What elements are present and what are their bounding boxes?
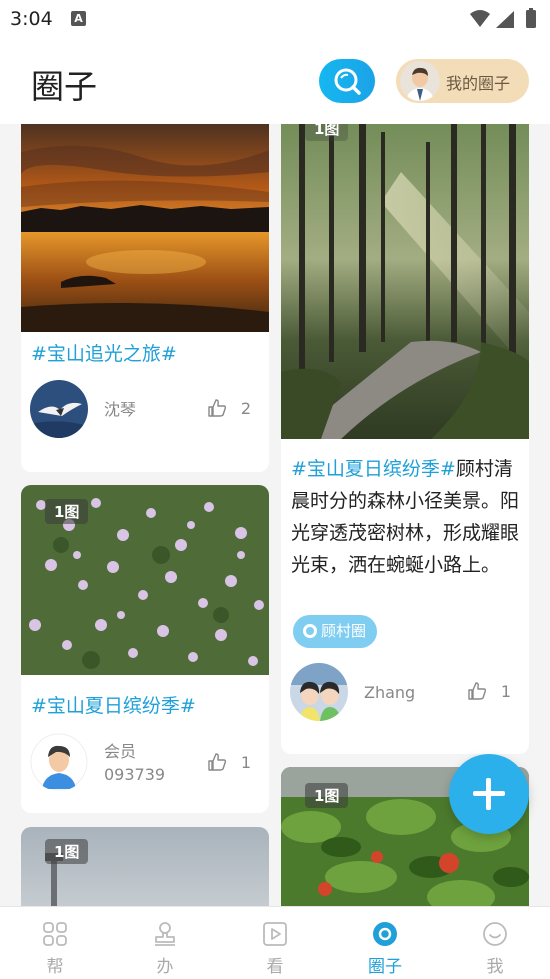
like-button[interactable]: 2 [207,398,251,418]
tab-help[interactable]: 帮 [15,907,95,979]
tab-label: 圈子 [368,957,402,977]
thumbs-up-icon [208,753,226,771]
my-circle-button[interactable]: 我的圈子 [396,59,529,103]
post-topic-tag[interactable]: #宝山追光之旅# [31,339,177,366]
play-icon [263,922,287,946]
smile-icon [483,922,507,946]
page-title: 圈子 [31,67,97,106]
author-name[interactable]: Zhang [364,681,415,704]
bottom-tab-bar: 帮 办 看 圈子 我 [0,906,550,979]
grid-icon [43,922,67,946]
post-card[interactable]: 1图 #宝山夏日缤纷季# 会员 093739 1 [21,485,269,813]
post-card[interactable]: 1图 #宝山夏日缤纷季#顾村清晨时分的森林小径美景。阳光穿透茂密树林，形成耀眼光… [281,124,529,754]
app-header: 圈子 我的圈子 [0,38,550,124]
like-count: 2 [240,399,251,418]
author-avatar[interactable] [30,380,88,438]
author-name[interactable]: 沈琴 [104,398,136,421]
image-count-badge: 1图 [45,839,89,864]
signal-icon [496,11,514,28]
author-avatar[interactable] [290,663,348,721]
post-card[interactable]: #宝山追光之旅# 沈琴 2 [21,124,269,472]
tab-label: 看 [266,957,284,977]
status-bar: 3:04 A [0,0,550,38]
post-topic-tag[interactable]: #宝山夏日缤纷季# [31,691,196,718]
post-image[interactable]: 1图 [21,827,269,906]
image-count-badge: 1图 [305,124,349,141]
post-feed[interactable]: #宝山追光之旅# 沈琴 2 1图 #宝山夏日缤纷季# 会员 093739 1 1… [0,124,550,906]
tab-label: 我 [486,957,504,977]
author-avatar[interactable] [30,733,88,791]
notification-icon: A [71,11,86,26]
image-count-badge: 1图 [45,499,89,524]
post-topic-tag[interactable]: #宝山夏日缤纷季# [291,458,456,480]
thumbs-up-icon [468,682,486,700]
status-icons [470,8,536,28]
my-circle-label: 我的圈子 [446,74,511,93]
circle-dot-icon [303,624,317,638]
circle-chip[interactable]: 顾村圈 [293,615,378,648]
battery-icon [526,10,536,28]
post-image[interactable] [21,124,269,332]
image-count-badge: 1图 [305,783,349,808]
tab-watch[interactable]: 看 [235,907,315,979]
post-description[interactable]: #宝山夏日缤纷季#顾村清晨时分的森林小径美景。阳光穿透茂密树林，形成耀眼光束，洒… [291,453,519,581]
author-name[interactable]: 会员 093739 [104,740,165,786]
search-icon [334,68,361,95]
wifi-icon [470,10,490,27]
like-button[interactable]: 1 [467,681,511,701]
search-button[interactable] [319,59,375,103]
tab-me[interactable]: 我 [455,907,535,979]
post-image[interactable]: 1图 [21,485,269,675]
user-avatar-icon [400,61,440,101]
tab-label: 办 [156,957,174,977]
like-count: 1 [500,682,511,701]
tab-label: 帮 [46,957,64,977]
add-post-button[interactable] [449,754,529,834]
post-image[interactable]: 1图 [281,124,529,439]
like-count: 1 [240,753,251,772]
tab-circle[interactable]: 圈子 [345,907,425,979]
tab-do[interactable]: 办 [125,907,205,979]
stamp-icon [155,922,175,946]
post-card[interactable]: 1图 [21,827,269,906]
like-button[interactable]: 1 [207,752,251,772]
thumbs-up-icon [208,399,226,417]
status-time: 3:04 [10,8,53,30]
circle-icon [373,922,397,946]
